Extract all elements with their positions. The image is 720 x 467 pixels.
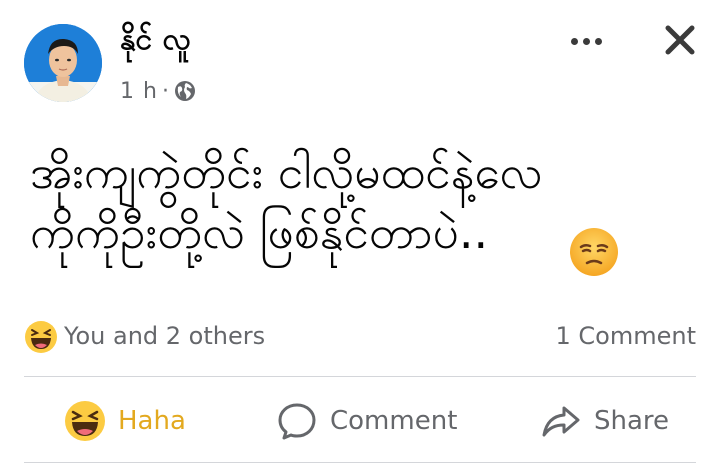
author-name[interactable]: နိုင် လူ — [120, 20, 191, 60]
haha-emoji-icon — [65, 401, 105, 441]
post-meta: 1 h · — [120, 76, 197, 106]
haha-label: Haha — [118, 406, 186, 436]
reaction-summary[interactable]: You and 2 others — [64, 322, 265, 350]
comment-label: Comment — [330, 406, 458, 436]
globe-icon[interactable] — [173, 79, 197, 103]
divider — [24, 376, 696, 377]
post-timestamp[interactable]: 1 h — [120, 79, 158, 104]
share-button[interactable]: Share — [540, 392, 669, 450]
comment-button[interactable]: Comment — [276, 392, 457, 450]
close-button[interactable] — [660, 20, 700, 60]
share-label: Share — [594, 406, 670, 436]
share-icon — [542, 406, 580, 437]
meta-separator: · — [161, 78, 169, 104]
facebook-post: နိုင် လူ 1 h · အိုးကျကွဲတိုင်း ငါလို့မထင… — [0, 0, 720, 467]
comment-icon — [278, 403, 316, 440]
comment-count[interactable]: 1 Comment — [556, 322, 696, 350]
close-icon — [665, 25, 695, 55]
reaction-stats-row: You and 2 others 1 Comment — [0, 316, 720, 356]
haha-emoji-icon — [24, 320, 58, 354]
author-avatar[interactable] — [24, 24, 102, 102]
more-options-button[interactable] — [560, 22, 612, 60]
more-horizontal-icon — [582, 37, 590, 45]
more-horizontal-icon — [570, 37, 578, 45]
haha-reaction-button[interactable]: Haha — [64, 392, 186, 450]
more-horizontal-icon — [594, 37, 602, 45]
confused-face-emoji — [568, 226, 620, 278]
divider — [24, 462, 696, 463]
avatar-image — [24, 24, 102, 102]
